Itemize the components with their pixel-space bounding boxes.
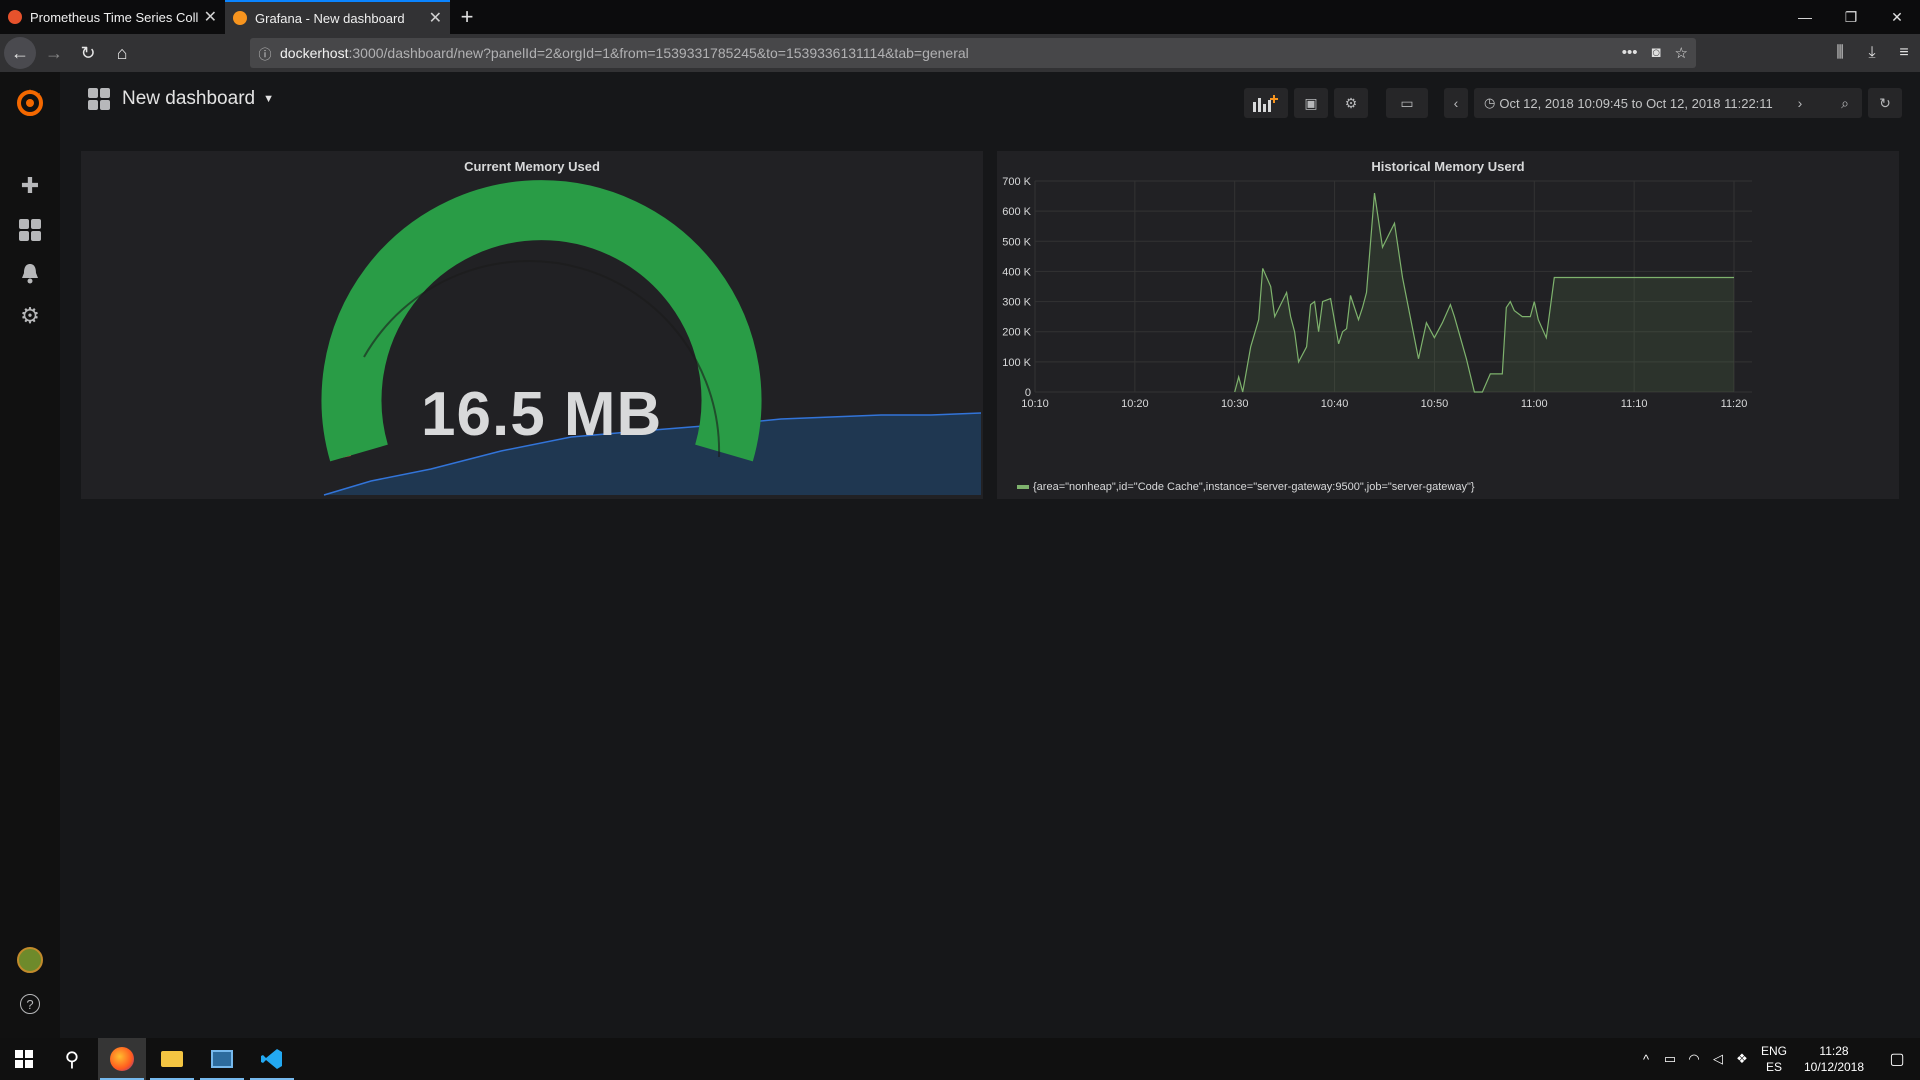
save-dashboard-button[interactable]: ▣ <box>1294 88 1328 118</box>
graph-panel[interactable]: Historical Memory Userd 0 100 K 200 K 300 K… <box>997 151 1899 499</box>
dropbox-icon[interactable]: ❖ <box>1730 1051 1754 1067</box>
clock-time: 11:28 <box>1819 1044 1849 1058</box>
graph-chart: 0100 K200 K300 K400 K500 K600 K700 K10:1… <box>1002 176 1752 410</box>
tab-title: Prometheus Time Series Collec <box>30 9 198 25</box>
tray-chevron-icon[interactable]: ^ <box>1634 1052 1658 1067</box>
grafana-logo-icon[interactable] <box>0 82 60 122</box>
window-controls: — ❐ ✕ <box>1782 0 1920 34</box>
language: ENG <box>1760 1044 1787 1058</box>
y-tick-label: 100 K <box>1002 357 1031 369</box>
y-tick-label: 300 K <box>1002 297 1031 309</box>
library-icon[interactable]: ⫼ <box>1824 34 1856 72</box>
region: ES <box>1765 1060 1782 1074</box>
windows-start-icon[interactable] <box>0 1038 48 1080</box>
file-explorer-icon[interactable] <box>148 1038 196 1080</box>
site-info-icon[interactable]: ⓘ <box>250 44 280 63</box>
downloads-icon[interactable]: ⤓ <box>1856 34 1888 72</box>
firefox-taskbar-icon[interactable] <box>98 1038 146 1080</box>
browser-tab-strip: Prometheus Time Series Collec ✕ Grafana … <box>0 0 1920 34</box>
legend-swatch <box>1017 485 1029 489</box>
address-bar[interactable]: ⓘ dockerhost:3000/dashboard/new?panelId=… <box>250 38 1696 68</box>
close-window-icon[interactable]: ✕ <box>1874 0 1920 34</box>
x-tick-label: 10:10 <box>1021 398 1049 410</box>
remote-desktop-icon[interactable] <box>198 1038 246 1080</box>
tab-grafana[interactable]: Grafana - New dashboard ✕ <box>225 0 450 34</box>
vscode-icon[interactable] <box>248 1038 296 1080</box>
x-tick-label: 11:00 <box>1521 398 1548 410</box>
new-tab-button[interactable]: + <box>450 0 484 34</box>
x-tick-label: 10:30 <box>1221 398 1249 410</box>
page-actions-icon[interactable]: ••• <box>1622 44 1638 62</box>
prometheus-favicon-icon <box>8 10 22 24</box>
y-tick-label: 700 K <box>1002 176 1031 188</box>
gauge-value: 16.5 MB <box>421 380 663 449</box>
tab-title: Grafana - New dashboard <box>255 10 405 26</box>
x-tick-label: 10:40 <box>1321 398 1349 410</box>
forward-button[interactable]: → <box>38 37 70 69</box>
back-button[interactable]: ← <box>4 37 36 69</box>
system-tray: ^ ▭ ◠ ◁ ❖ ENG ES 11:28 10/12/2018 ▢ <box>1634 1038 1920 1080</box>
clock[interactable]: 11:28 10/12/2018 <box>1794 1043 1874 1075</box>
add-panel-button[interactable] <box>1244 88 1288 118</box>
y-tick-label: 600 K <box>1002 206 1031 218</box>
dashboard-title-picker[interactable]: New dashboard ▼ <box>88 88 274 110</box>
x-tick-label: 10:50 <box>1421 398 1449 410</box>
dashboard-grid-icon <box>88 88 110 110</box>
x-tick-label: 11:20 <box>1721 398 1748 410</box>
minimize-icon[interactable]: — <box>1782 0 1828 34</box>
time-shift-forward-button[interactable]: › <box>1788 88 1812 118</box>
help-icon[interactable]: ? <box>0 984 60 1024</box>
zoom-out-button[interactable]: ⌕ <box>1828 88 1862 118</box>
profile-avatar[interactable] <box>0 940 60 980</box>
clock-date: 10/12/2018 <box>1803 1060 1865 1074</box>
wifi-icon[interactable]: ◠ <box>1682 1051 1706 1067</box>
legend-series-label: {area="nonheap",id="Code Cache",instance… <box>1033 481 1475 493</box>
url-path: :3000/dashboard/new?panelId=2&orgId=1&fr… <box>348 45 969 61</box>
dashboard-title: New dashboard <box>122 88 256 109</box>
reload-button[interactable]: ↻ <box>72 37 104 69</box>
home-button[interactable]: ⌂ <box>106 37 138 69</box>
windows-taskbar: ⚲ ^ ▭ ◠ ◁ ❖ ENG ES 11:28 10/12/2018 ▢ <box>0 1038 1920 1080</box>
close-tab-icon[interactable]: ✕ <box>204 7 217 27</box>
dashboard-settings-button[interactable]: ⚙ <box>1334 88 1368 118</box>
grafana-main: New dashboard ▼ ▣ ⚙ ▭ ‹ ◷ Oct 12, 2018 1… <box>60 72 1920 1038</box>
pocket-icon[interactable]: ◙ <box>1651 44 1660 62</box>
y-tick-label: 200 K <box>1002 327 1031 339</box>
caret-down-icon: ▼ <box>263 93 274 105</box>
notifications-icon[interactable]: ▢ <box>1874 1049 1920 1069</box>
browser-nav-bar: ← → ↻ ⌂ ⓘ dockerhost:3000/dashboard/new?… <box>0 34 1920 72</box>
time-range-text: Oct 12, 2018 10:09:45 to Oct 12, 2018 11… <box>1499 95 1773 111</box>
alerting-bell-icon[interactable] <box>0 254 60 294</box>
y-tick-label: 500 K <box>1002 236 1031 248</box>
refresh-button[interactable]: ↻ <box>1868 88 1902 118</box>
language-indicator[interactable]: ENG ES <box>1754 1043 1794 1075</box>
y-tick-label: 400 K <box>1002 266 1031 278</box>
x-tick-label: 10:20 <box>1121 398 1149 410</box>
bookmark-star-icon[interactable]: ☆ <box>1675 44 1688 62</box>
time-shift-back-button[interactable]: ‹ <box>1444 88 1468 118</box>
create-plus-icon[interactable]: ✚ <box>0 166 60 206</box>
url-host: dockerhost <box>280 45 349 61</box>
x-tick-label: 11:10 <box>1621 398 1648 410</box>
view-mode-button[interactable]: ▭ <box>1386 88 1428 118</box>
search-icon[interactable]: ⚲ <box>48 1038 96 1080</box>
grafana-favicon-icon <box>233 11 247 25</box>
restore-icon[interactable]: ❐ <box>1828 0 1874 34</box>
close-tab-icon[interactable]: ✕ <box>429 8 442 28</box>
dashboards-icon[interactable] <box>0 210 60 250</box>
graph-legend[interactable]: {area="nonheap",id="Code Cache",instance… <box>1017 481 1475 493</box>
gauge-panel[interactable]: Current Memory Used 16.5 MB <box>81 151 983 499</box>
volume-icon[interactable]: ◁ <box>1706 1051 1730 1067</box>
menu-icon[interactable]: ≡ <box>1888 34 1920 72</box>
clock-icon: ◷ <box>1484 95 1496 110</box>
dashboard-nav: New dashboard ▼ ▣ ⚙ ▭ ‹ ◷ Oct 12, 2018 1… <box>60 72 1920 132</box>
grafana-side-menu: ✚ ⚙ ? <box>0 72 60 1038</box>
battery-icon[interactable]: ▭ <box>1658 1051 1682 1067</box>
tab-prometheus[interactable]: Prometheus Time Series Collec ✕ <box>0 0 225 34</box>
configuration-gear-icon[interactable]: ⚙ <box>0 296 60 336</box>
